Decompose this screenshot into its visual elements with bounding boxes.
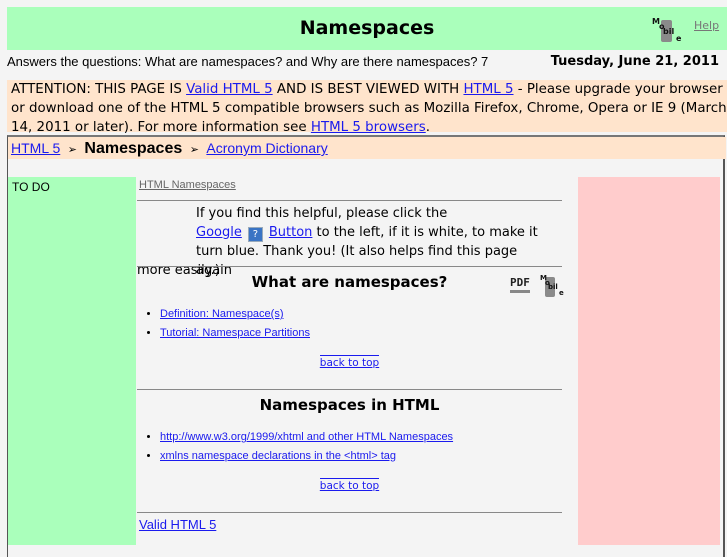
google-link-text: Google [196,225,242,240]
page-date: Tuesday, June 21, 2011 [550,54,719,69]
divider [137,389,562,390]
page-title: Namespaces [299,17,435,39]
back-to-top: back to top [137,355,562,369]
attention-middle: AND IS BEST VIEWED WITH [272,82,464,97]
divider [137,512,562,513]
w3-xhtml-namespace-link[interactable]: http://www.w3.org/1999/xhtml and other H… [160,431,453,443]
breadcrumb: HTML 5 ➢ Namespaces ➢ Acronym Dictionary [8,137,726,159]
mobile-version-icon[interactable]: M o bil e [652,17,684,45]
list-item: Tutorial: Namespace Partitions [160,327,310,339]
todo-label: TO DO [12,180,50,194]
divider [137,200,562,201]
page-description: Answers the questions: What are namespac… [7,54,489,69]
list-item: xmlns namespace declarations in the <htm… [160,450,453,462]
valid-html5-footer-link[interactable]: Valid HTML 5 [139,517,216,532]
button-link-text: Button [268,225,313,240]
pdf-icon[interactable]: PDF [510,276,530,293]
valid-html5-link[interactable]: Valid HTML 5 [186,82,273,97]
html5-browsers-link[interactable]: HTML 5 browsers [311,120,426,135]
attention-suffix: . [425,120,430,135]
helpful-note: If you find this helpful, please click t… [137,204,556,280]
definition-namespace-link[interactable]: Definition: Namespace(s) [160,308,284,320]
section-links: Definition: Namespace(s) Tutorial: Names… [137,308,310,346]
help-link[interactable]: Help [694,19,719,32]
mobile-version-icon[interactable]: M o bil e [540,274,566,298]
list-item: http://www.w3.org/1999/xhtml and other H… [160,431,453,443]
html-namespaces-link[interactable]: HTML Namespaces [139,179,236,191]
section-title-namespaces-in-html: Namespaces in HTML [259,396,440,414]
back-to-top-link[interactable]: back to top [319,355,380,369]
breadcrumb-separator: ➢ [189,143,199,156]
left-sidebar: TO DO [8,177,136,545]
breadcrumb-current: Namespaces [84,140,183,157]
breadcrumb-html5[interactable]: HTML 5 [11,140,60,156]
breadcrumb-separator: ➢ [67,143,77,156]
page-header: Namespaces M o bil e Help [7,7,727,50]
document-format-icons: PDF M o bil e [510,274,565,300]
attention-banner: ATTENTION: THIS PAGE IS Valid HTML 5 AND… [7,80,727,135]
google-plus-one-icon: ? [247,227,263,242]
breadcrumb-acronym-dictionary[interactable]: Acronym Dictionary [206,140,327,156]
back-to-top-link[interactable]: back to top [319,478,380,492]
google-button-link[interactable]: Google? Button [196,225,313,242]
main-content: HTML Namespaces If you find this helpful… [137,177,565,545]
right-sidebar [578,177,720,545]
subheader: Answers the questions: What are namespac… [7,52,719,72]
section-links: http://www.w3.org/1999/xhtml and other H… [137,431,453,469]
attention-prefix: ATTENTION: THIS PAGE IS [11,82,187,97]
html5-link[interactable]: HTML 5 [463,82,513,97]
list-item: Definition: Namespace(s) [160,308,310,320]
helpful-text: If you find this helpful, please click t… [196,206,448,221]
divider [137,266,562,267]
tutorial-namespace-partitions-link[interactable]: Tutorial: Namespace Partitions [160,327,310,339]
xmlns-declarations-link[interactable]: xmlns namespace declarations in the <htm… [160,450,396,462]
back-to-top: back to top [137,478,562,492]
section-title-what-are-namespaces: What are namespaces? [251,273,448,291]
